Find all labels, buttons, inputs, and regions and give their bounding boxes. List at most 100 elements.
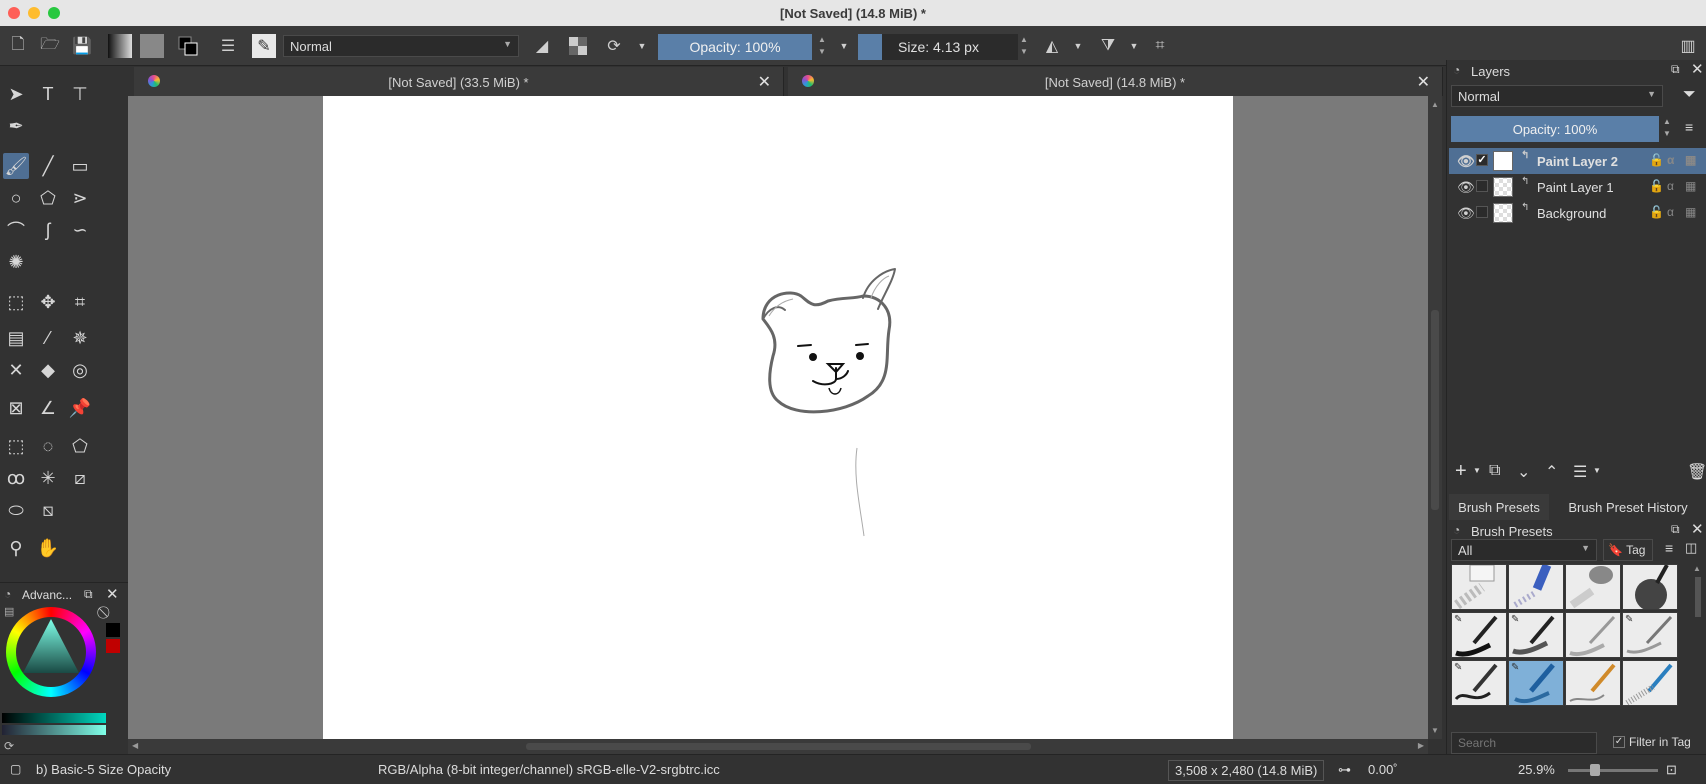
ellipse-tool-icon[interactable]: ○ — [3, 185, 29, 211]
freehand-path-tool-icon[interactable]: ʃ — [35, 217, 61, 243]
inherit-alpha-icon[interactable]: ▦ — [1685, 205, 1696, 219]
lock-icon[interactable]: ◔ — [4, 587, 11, 601]
brush-preset-pencil-2[interactable]: ✎ — [1622, 612, 1678, 658]
fit-view-icon[interactable]: ⊡ — [1666, 762, 1677, 778]
gradient-tool-icon[interactable]: ▤ — [3, 325, 29, 351]
preset-scrollbar[interactable]: ▲ — [1693, 564, 1705, 708]
vertical-scrollbar[interactable]: ▲ ▼ — [1428, 96, 1442, 739]
select-shapes-tool-icon[interactable]: ➤ — [3, 81, 29, 107]
chevron-down-icon[interactable]: ▼ — [1473, 466, 1481, 475]
contiguous-selection-tool-icon[interactable]: ✳ — [35, 465, 61, 491]
close-tab-icon[interactable]: ✕ — [758, 72, 771, 92]
brush-preset-eraser[interactable] — [1451, 564, 1507, 610]
reload-preset-icon[interactable]: ⟳ — [602, 34, 626, 58]
hamburger-menu-icon[interactable]: ≡ — [1665, 540, 1673, 556]
text-path-tool-icon[interactable]: ⊤ — [67, 81, 93, 107]
visibility-eye-icon[interactable]: 👁 — [1457, 153, 1475, 170]
add-layer-icon[interactable]: + — [1455, 460, 1467, 483]
tab-brush-presets[interactable]: Brush Presets — [1449, 494, 1549, 520]
smart-patch-tool-icon[interactable]: ✵ — [67, 325, 93, 351]
bucket-fill-tool-icon[interactable]: ◆ — [35, 357, 61, 383]
layer-checkbox[interactable] — [1476, 206, 1488, 218]
size-spinner[interactable]: ▲ ▼ — [1018, 34, 1030, 60]
brush-preset-ink-2[interactable]: ✎ — [1508, 612, 1564, 658]
close-tab-icon[interactable]: ✕ — [1417, 72, 1430, 92]
vertical-scroll-thumb[interactable] — [1431, 310, 1439, 510]
freehand-selection-tool-icon[interactable]: ꝏ — [3, 465, 29, 491]
layer-row[interactable]: 👁 ↰ Paint Layer 1 🔓 α ▦ — [1449, 174, 1706, 200]
filter-icon[interactable]: ⏷ — [1683, 86, 1696, 104]
polygon-tool-icon[interactable]: ⬠ — [35, 185, 61, 211]
filter-in-tag-checkbox[interactable]: ✓ — [1613, 736, 1625, 748]
lock-icon[interactable]: 🔓 — [1649, 153, 1664, 167]
opacity-slider[interactable]: Opacity: 100% — [658, 34, 812, 60]
calligraphy-tool-icon[interactable]: ✒ — [3, 113, 29, 139]
float-docker-icon[interactable]: ⧉ — [1671, 62, 1680, 77]
multibrush-tool-icon[interactable]: ✺ — [3, 249, 29, 275]
chevron-down-icon[interactable]: ▼ — [630, 34, 654, 58]
assistant-tool-icon[interactable]: ⊠ — [3, 395, 29, 421]
move-tool-icon[interactable]: ✥ — [35, 289, 61, 315]
dynamic-brush-tool-icon[interactable]: ∽ — [67, 217, 93, 243]
inherit-alpha-icon[interactable]: ▦ — [1685, 153, 1696, 167]
rectangular-selection-tool-icon[interactable]: ⬚ — [3, 433, 29, 459]
layer-checkbox[interactable]: ✓ — [1476, 154, 1488, 166]
brush-editor-icon[interactable]: ☰ — [216, 34, 240, 58]
brush-preset-pencil-3[interactable] — [1565, 660, 1621, 706]
zoom-tool-icon[interactable]: ⚲ — [3, 535, 29, 561]
layer-opacity-spinner[interactable]: ▲ ▼ — [1661, 116, 1673, 142]
alpha-icon[interactable]: α — [1667, 179, 1674, 193]
eraser-icon[interactable]: ◢ — [530, 34, 554, 58]
gradient-selector-icon[interactable] — [108, 34, 132, 58]
pattern-selector-icon[interactable] — [140, 34, 164, 58]
shade-slider-2[interactable] — [2, 725, 106, 735]
wrap-around-icon[interactable]: ⌗ — [1148, 34, 1172, 58]
new-document-icon[interactable]: 🗋 — [6, 34, 30, 58]
save-document-icon[interactable]: 💾 — [70, 34, 94, 58]
crop-tool-icon[interactable]: ⌗ — [67, 289, 93, 315]
workspace-switcher-icon[interactable]: ▥ — [1676, 34, 1700, 58]
layer-name[interactable]: Paint Layer 1 — [1537, 180, 1614, 195]
bezier-selection-tool-icon[interactable]: ⬭ — [3, 497, 29, 523]
close-docker-icon[interactable]: ✕ — [106, 585, 119, 603]
color-picker-tool-icon[interactable]: ⁄ — [35, 325, 61, 351]
layer-opacity-slider[interactable]: Opacity: 100% — [1451, 116, 1659, 142]
rotation-icon[interactable]: ⊶ — [1338, 762, 1351, 778]
line-tool-icon[interactable]: ╱ — [35, 153, 61, 179]
move-layer-up-icon[interactable]: ⌃ — [1545, 462, 1558, 482]
brush-preset-marker[interactable] — [1508, 564, 1564, 610]
bezier-tool-icon[interactable]: ⌒ — [3, 217, 29, 243]
refresh-icon[interactable]: ⟳ — [4, 739, 14, 753]
brush-preset-pencil-1[interactable] — [1565, 612, 1621, 658]
opacity-spinner[interactable]: ▲ ▼ — [816, 34, 828, 60]
elliptical-selection-tool-icon[interactable]: ◌ — [35, 433, 61, 459]
brush-preset-airbrush[interactable] — [1565, 564, 1621, 610]
view-mode-icon[interactable]: ◫ — [1685, 540, 1697, 556]
preset-search-input[interactable] — [1451, 732, 1597, 754]
transform-tool-icon[interactable]: ⬚ — [3, 289, 29, 315]
layer-name[interactable]: Paint Layer 2 — [1537, 154, 1618, 169]
zoom-slider-handle[interactable] — [1590, 764, 1600, 776]
mirror-vertical-icon[interactable]: ⧩ — [1096, 34, 1120, 58]
layer-row[interactable]: 👁 ↰ Background 🔓 α ▦ — [1449, 200, 1706, 226]
foreground-swatch[interactable] — [106, 623, 120, 637]
magnetic-selection-tool-icon[interactable]: ⧅ — [35, 497, 61, 523]
size-slider[interactable]: Size: 4.13 px — [882, 34, 1018, 60]
alpha-icon[interactable]: α — [1667, 205, 1674, 219]
open-document-icon[interactable]: 🗁 — [38, 34, 62, 58]
chevron-down-icon[interactable]: ▼ — [1593, 466, 1601, 475]
horizontal-scrollbar[interactable]: ◀ ▶ — [128, 739, 1428, 754]
tab-brush-preset-history[interactable]: Brush Preset History — [1551, 494, 1705, 520]
background-swatch[interactable] — [106, 639, 120, 653]
close-docker-icon[interactable]: ✕ — [1691, 520, 1704, 538]
alpha-icon[interactable]: α — [1667, 153, 1674, 167]
measure-tool-icon[interactable]: ∠ — [35, 395, 61, 421]
preset-filter-select[interactable]: All ▼ — [1451, 539, 1597, 561]
tab-document-1[interactable]: [Not Saved] (33.5 MiB) * ✕ — [134, 67, 784, 96]
horizontal-scroll-thumb[interactable] — [526, 743, 1031, 750]
freehand-brush-tool-icon[interactable]: 🖌 — [3, 153, 29, 179]
zoom-slider[interactable] — [1568, 769, 1658, 772]
reference-images-tool-icon[interactable]: 📌 — [67, 395, 93, 421]
fg-bg-color-icon[interactable] — [176, 34, 200, 58]
float-docker-icon[interactable]: ⧉ — [84, 587, 93, 602]
